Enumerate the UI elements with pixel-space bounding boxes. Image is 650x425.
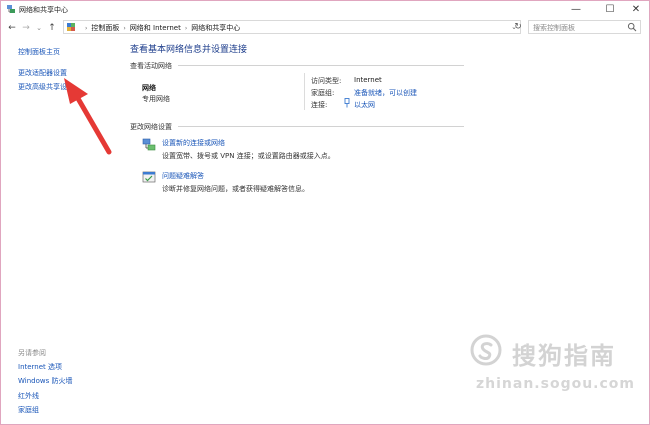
access-type-value: Internet [354, 76, 382, 84]
forward-button[interactable]: → [20, 20, 32, 36]
active-networks-heading: 查看活动网络 [130, 62, 172, 70]
setup-new-connection-link[interactable]: 设置新的连接或网络 [162, 138, 225, 148]
network-divider [304, 73, 305, 110]
breadcrumb: › 控制面板 › 网络和 Internet › 网络和共享中心 [81, 23, 240, 33]
setup-new-connection-desc: 设置宽带、拨号或 VPN 连接；或设置路由器或接入点。 [162, 152, 335, 160]
control-panel-icon [67, 23, 75, 31]
sidebar-item-change-adapter-settings[interactable]: 更改适配器设置 [18, 68, 67, 78]
homegroup-label: 家庭组: [311, 89, 335, 97]
up-button[interactable]: ↑ [46, 20, 58, 36]
address-bar[interactable]: › 控制面板 › 网络和 Internet › 网络和共享中心 ⌄ [63, 20, 521, 34]
search-icon [627, 22, 637, 32]
breadcrumb-network-internet[interactable]: 网络和 Internet [130, 23, 181, 33]
window-title: 网络和共享中心 [19, 6, 68, 14]
arrow-up-icon: ↑ [48, 23, 56, 33]
section-divider [178, 126, 464, 127]
change-settings-heading: 更改网络设置 [130, 123, 172, 131]
network-setup-icon [142, 138, 156, 151]
page-title: 查看基本网络信息并设置连接 [130, 45, 248, 55]
address-bar-row: ← → ⌄ ↑ › 控制面板 › 网络和 Internet › 网络和共享中心 … [1, 18, 649, 38]
title-bar: 网络和共享中心 — ☐ ✕ [1, 1, 649, 18]
access-type-label: 访问类型: [311, 77, 342, 85]
arrow-right-icon: → [22, 23, 30, 33]
arrow-left-icon: ← [8, 23, 16, 33]
connections-label: 连接: [311, 101, 328, 109]
search-input[interactable]: 搜索控制面板 [528, 20, 641, 34]
watermark-brand: 搜狗指南 [512, 342, 616, 370]
see-also-infrared[interactable]: 红外线 [18, 391, 39, 401]
sogou-logo-icon [470, 334, 502, 366]
breadcrumb-separator: › [123, 24, 126, 32]
close-icon: ✕ [631, 4, 641, 15]
homegroup-link[interactable]: 准备就绪，可以创建 [354, 88, 417, 98]
recent-locations-button[interactable]: ⌄ [33, 20, 45, 36]
see-also-windows-firewall[interactable]: Windows 防火墙 [18, 376, 72, 386]
troubleshoot-desc: 诊断并修复网络问题，或者获得疑难解答信息。 [162, 185, 309, 193]
refresh-icon: ↻ [514, 22, 522, 32]
ethernet-connection-link[interactable]: 以太网 [354, 100, 375, 110]
network-name: 网络 [142, 84, 156, 92]
see-also-homegroup[interactable]: 家庭组 [18, 405, 39, 415]
breadcrumb-separator: › [184, 24, 188, 32]
section-divider [178, 65, 464, 66]
maximize-icon: ☐ [605, 4, 615, 15]
back-button[interactable]: ← [6, 20, 18, 36]
sidebar-item-control-panel-home[interactable]: 控制面板主页 [18, 47, 60, 57]
network-type: 专用网络 [142, 95, 170, 103]
search-placeholder: 搜索控制面板 [533, 24, 575, 32]
breadcrumb-separator: › [85, 24, 88, 32]
troubleshoot-icon [142, 171, 156, 183]
minimize-icon: — [571, 4, 581, 15]
breadcrumb-control-panel[interactable]: 控制面板 [91, 23, 119, 33]
breadcrumb-network-sharing-center[interactable]: 网络和共享中心 [191, 23, 240, 33]
close-button[interactable]: ✕ [621, 1, 650, 18]
see-also-internet-options[interactable]: Internet 选项 [18, 362, 62, 372]
watermark-url: zhinan.sogou.com [476, 376, 635, 392]
see-also-heading: 另请参阅 [18, 349, 46, 357]
chevron-down-icon: ⌄ [36, 24, 42, 32]
troubleshoot-link[interactable]: 问题疑难解答 [162, 171, 204, 181]
ethernet-icon [344, 98, 350, 108]
network-center-icon [7, 5, 15, 13]
minimize-button[interactable]: — [561, 1, 591, 18]
sidebar-item-advanced-sharing-settings[interactable]: 更改高级共享设 [18, 82, 67, 92]
refresh-button[interactable]: ↻ [511, 20, 525, 34]
